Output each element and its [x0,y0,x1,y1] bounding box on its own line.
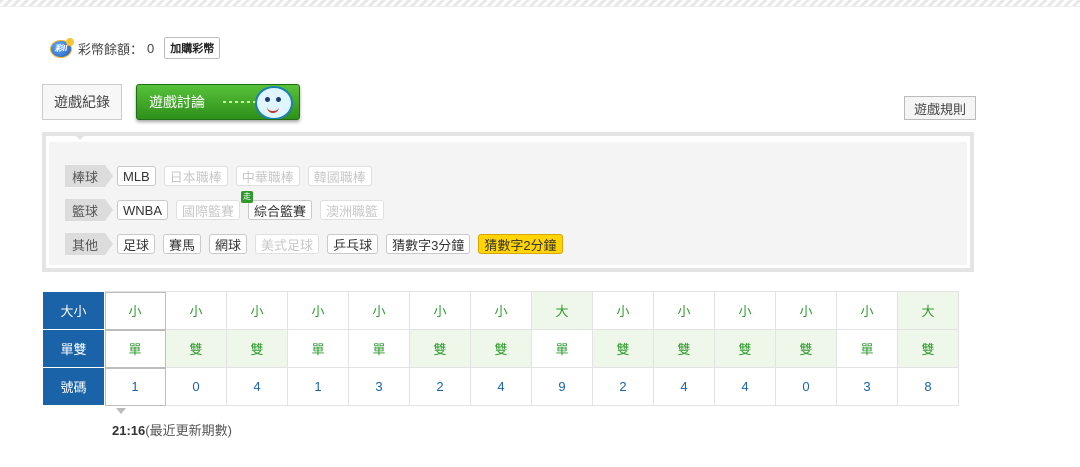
category-label-baseball: 棒球 [65,165,113,187]
size-cell: 小 [348,291,410,330]
chip-nbl[interactable]: 澳洲職籃 [320,200,385,220]
number-cell: 4 [226,367,288,406]
results-row-numbers: 號碼 1 0 4 1 3 2 4 9 2 4 4 0 3 8 [42,367,959,406]
chip-npb[interactable]: 日本職棒 [163,166,228,186]
size-cell: 大 [531,291,593,330]
chip-mixed-basketball-label: 綜合籃賽 [254,203,307,219]
size-cell: 大 [897,291,959,330]
parity-cell: 單 [531,329,593,368]
chip-mlb[interactable]: MLB [117,166,156,186]
balance-label: 彩幣餘額： [78,41,144,57]
tab-game-discussion[interactable]: 遊戲討論 [136,84,300,120]
number-cell: 8 [897,367,959,406]
top-decorative-border [0,0,1080,7]
chip-guess-number-2min[interactable]: 猜數字2分鐘 [478,234,563,254]
size-cell: 小 [409,291,471,330]
category-row-other: 其他 足球 賽馬 網球 美式足球 乒乓球 猜數字3分鐘 猜數字2分鐘 [65,232,571,256]
balance-bar: 彩II 彩幣餘額： 0 加購彩幣 [48,36,221,60]
game-rules-button[interactable]: 遊戲規則 [904,96,976,120]
results-row-parity: 單雙 單 雙 雙 單 單 雙 雙 單 雙 雙 雙 雙 單 雙 [42,329,959,368]
size-cell: 小 [775,291,837,330]
size-cell: 小 [836,291,898,330]
mascot-icon [255,86,293,119]
results-row-size: 大小 小 小 小 小 小 小 小 大 小 小 小 小 小 大 [42,291,959,330]
parity-cell: 雙 [653,329,715,368]
chip-soccer[interactable]: 足球 [117,234,156,254]
number-cell: 3 [348,367,410,406]
buy-coins-button[interactable]: 加購彩幣 [164,37,221,59]
size-cell: 小 [165,291,227,330]
size-cell: 小 [653,291,715,330]
latest-update-time: 21:16 [112,423,146,438]
parity-cell: 雙 [165,329,227,368]
size-cell: 小 [714,291,776,330]
chip-kbo[interactable]: 韓國職棒 [307,166,372,186]
category-label-basketball: 籃球 [65,199,113,221]
number-cell: 1 [287,367,349,406]
results-table: 大小 小 小 小 小 小 小 小 大 小 小 小 小 小 大 單雙 單 雙 雙 … [42,291,959,406]
chip-tennis[interactable]: 網球 [209,234,248,254]
parity-cell: 單 [836,329,898,368]
parity-cell: 單 [348,329,410,368]
number-cell: 2 [409,367,471,406]
parity-cell: 雙 [714,329,776,368]
category-row-baseball: 棒球 MLB 日本職棒 中華職棒 韓國職棒 [65,164,380,188]
parity-cell: 雙 [592,329,654,368]
row-header-parity: 單雙 [42,329,105,368]
coin-icon: 彩II [48,38,74,58]
chip-american-football[interactable]: 美式足球 [255,234,320,254]
size-cell: 小 [226,291,288,330]
chip-table-tennis[interactable]: 乒乓球 [327,234,379,254]
number-cell: 2 [592,367,654,406]
number-cell: 3 [836,367,898,406]
tab-game-discussion-label: 遊戲討論 [149,94,205,110]
latest-draw-pointer-icon [116,408,126,414]
parity-cell: 單 [104,329,166,368]
chip-intl-basketball[interactable]: 國際籃賽 [176,200,241,220]
category-row-basketball: 籃球 WNBA 國際籃賽 走 綜合籃賽 澳洲職籃 [65,191,392,222]
live-badge: 走 [241,191,254,203]
number-cell: 4 [470,367,532,406]
parity-cell: 雙 [470,329,532,368]
chip-guess-number-3min[interactable]: 猜數字3分鐘 [386,234,471,254]
chip-horse-racing[interactable]: 賽馬 [163,234,202,254]
parity-cell: 雙 [897,329,959,368]
number-cell: 1 [104,367,166,406]
parity-cell: 雙 [226,329,288,368]
row-header-size: 大小 [42,291,105,330]
size-cell: 小 [470,291,532,330]
number-cell: 4 [714,367,776,406]
parity-cell: 雙 [775,329,837,368]
category-panel: 棒球 MLB 日本職棒 中華職棒 韓國職棒 籃球 WNBA 國際籃賽 走 綜合籃… [42,132,974,272]
chip-wnba[interactable]: WNBA [117,200,168,220]
number-cell: 0 [775,367,837,406]
tab-game-records[interactable]: 遊戲紀錄 [42,84,122,120]
number-cell: 0 [165,367,227,406]
chip-cpbl[interactable]: 中華職棒 [235,166,300,186]
chip-mixed-basketball[interactable]: 走 綜合籃賽 [241,191,313,220]
size-cell: 小 [287,291,349,330]
latest-update-note: (最近更新期數) [145,423,232,438]
parity-cell: 單 [287,329,349,368]
size-cell: 小 [592,291,654,330]
size-cell: 小 [104,291,166,330]
row-header-numbers: 號碼 [42,367,105,406]
category-label-other: 其他 [65,233,113,255]
number-cell: 4 [653,367,715,406]
balance-value: 0 [147,40,155,56]
latest-update-info: 21:16(最近更新期數) [112,420,232,439]
parity-cell: 雙 [409,329,471,368]
number-cell: 9 [531,367,593,406]
